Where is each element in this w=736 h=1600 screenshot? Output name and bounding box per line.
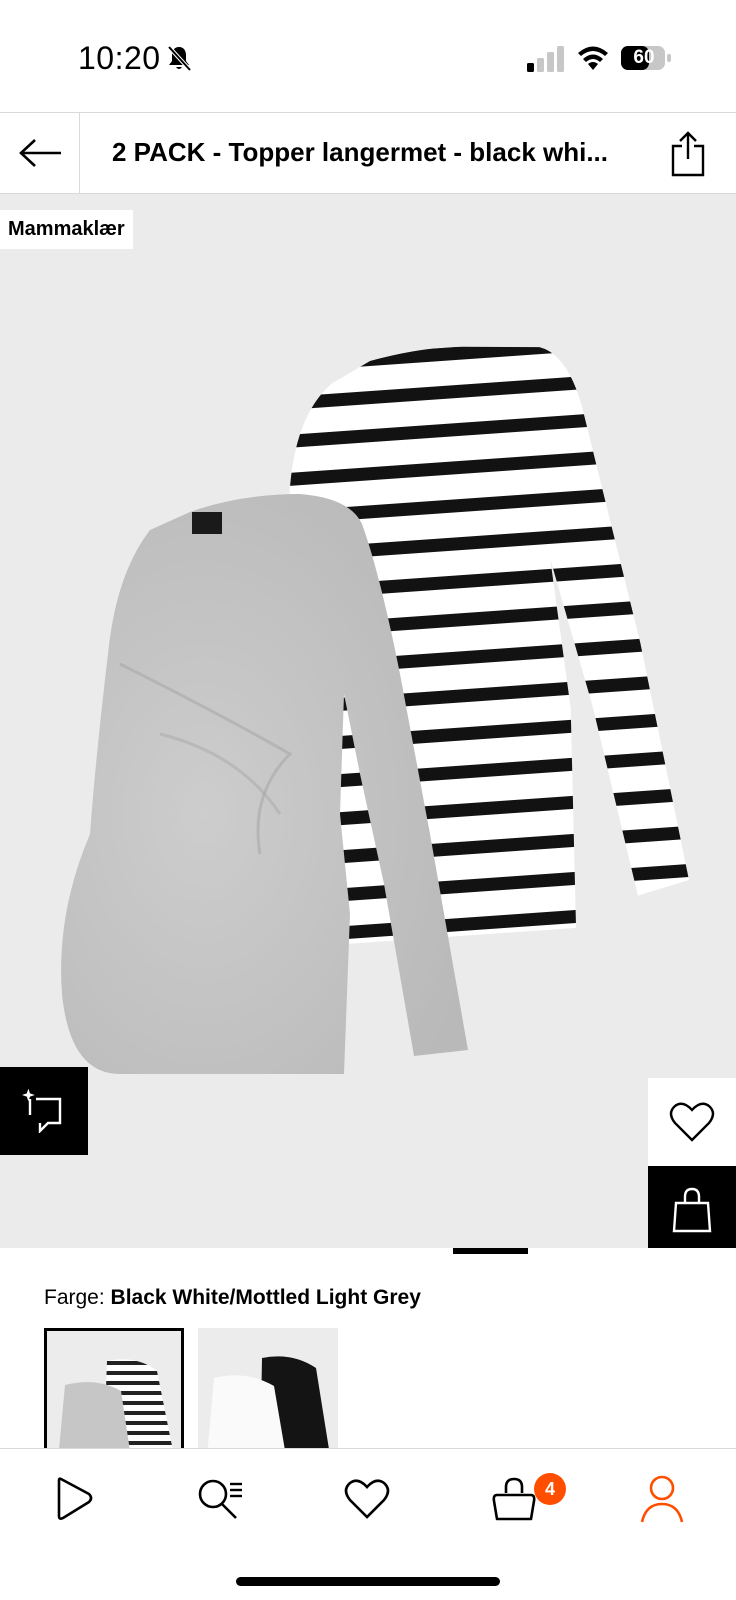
share-icon [671,131,705,177]
color-value: Black White/Mottled Light Grey [110,1286,421,1309]
wishlist-icon [344,1479,390,1519]
similar-search-icon [22,1089,62,1133]
bell-slash-icon [167,45,192,72]
category-tag: Mammaklær [0,210,133,249]
bag-icon [492,1477,536,1521]
arrow-left-icon [18,139,61,167]
home-icon [57,1477,93,1520]
find-similar-button[interactable] [0,1067,88,1155]
cart-count-badge: 4 [534,1473,566,1505]
heart-icon [669,1102,715,1142]
profile-icon [640,1475,684,1523]
product-image[interactable] [0,194,736,1248]
wishlist-button[interactable] [648,1078,736,1166]
add-to-bag-button[interactable] [648,1166,736,1248]
share-button[interactable] [664,129,712,179]
battery-level: 60 [633,47,655,68]
signal-icon [527,46,564,72]
product-gallery[interactable]: Mammaklær [0,194,736,1248]
color-section: Farge: Black White/Mottled Light Grey [0,1254,736,1468]
bag-icon [672,1187,712,1233]
status-bar: 10:20 60 [0,0,736,112]
nav-search[interactable] [192,1471,248,1527]
nav-profile[interactable] [634,1471,690,1527]
page-title: 2 PACK - Topper langermet - black whi... [112,137,609,167]
back-button[interactable] [0,113,80,193]
home-indicator[interactable] [236,1577,500,1586]
wifi-icon [578,46,608,70]
product-header: 2 PACK - Topper langermet - black whi... [0,112,736,194]
nav-wishlist[interactable] [339,1471,395,1527]
swatch-thumbnail [206,1356,332,1468]
color-swatch[interactable] [198,1328,338,1468]
nav-home[interactable] [44,1471,100,1527]
search-icon [198,1479,242,1519]
battery-icon: 60 [620,44,672,72]
nav-bag[interactable] [486,1471,542,1527]
color-label: Farge: [44,1286,111,1309]
bottom-nav: 4 [0,1448,736,1600]
color-line: Farge: Black White/Mottled Light Grey [44,1286,421,1310]
status-time: 10:20 [78,40,161,76]
color-swatch-selected[interactable] [44,1328,184,1468]
